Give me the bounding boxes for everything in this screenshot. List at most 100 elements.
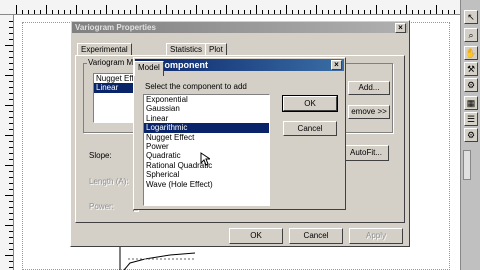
ruler-tick — [5, 105, 13, 106]
apply-button[interactable]: Apply — [349, 228, 403, 244]
ruler-tick — [214, 10, 215, 14]
hand-icon[interactable]: ✋ — [464, 46, 478, 60]
ruler-tick — [40, 10, 41, 14]
cancel-button[interactable]: Cancel — [289, 228, 343, 244]
list-item[interactable]: Gaussian — [144, 104, 269, 113]
ruler-tick — [298, 10, 299, 14]
autofit-button-label: AutoFit... — [349, 148, 382, 157]
list-item[interactable]: Nugget Eff — [94, 74, 136, 83]
tab-model[interactable]: Model — [134, 61, 164, 76]
ruler-tick — [9, 129, 13, 130]
ruler-tick — [94, 10, 95, 14]
ruler-tick — [232, 10, 233, 14]
list-item[interactable]: Exponential — [144, 95, 269, 104]
ruler-tick — [286, 5, 287, 14]
ruler-tick — [52, 10, 53, 14]
list-item[interactable]: Power — [144, 142, 269, 151]
list-item[interactable]: Spherical — [144, 170, 269, 179]
remove-button[interactable]: emove >> — [348, 105, 390, 119]
power-label: Power: — [89, 202, 114, 211]
list-item[interactable]: Wave (Hole Effect) — [144, 180, 269, 189]
ruler-tick — [364, 10, 365, 14]
ruler-tick — [202, 10, 203, 14]
ruler-tick — [34, 10, 35, 14]
ruler-tick — [352, 10, 353, 14]
ruler-tick — [424, 10, 425, 14]
ruler-tick — [9, 87, 13, 88]
ruler-tick — [9, 33, 13, 34]
list-item[interactable]: Nugget Effect — [144, 133, 269, 142]
group-title: Variogram Mo — [87, 58, 139, 68]
ruler-tick — [226, 5, 227, 14]
ruler-tick — [9, 171, 13, 172]
ruler-tick — [9, 93, 13, 94]
right-toolbar: ↖ ⌕ ✋ ⚒ ⚙ ▦ ☰ ⚙ — [460, 0, 480, 270]
add-component-cancel-button[interactable]: Cancel — [283, 121, 337, 136]
ruler-tick — [322, 10, 323, 14]
ruler-tick — [16, 5, 17, 14]
add-button[interactable]: Add... — [348, 81, 390, 95]
ruler-tick — [9, 177, 13, 178]
ruler-tick — [196, 5, 197, 14]
components-list[interactable]: Nugget Eff Linear — [93, 73, 137, 123]
prompt-label: Select the component to add — [145, 82, 247, 91]
ok-button[interactable]: OK — [229, 228, 283, 244]
ok-button-label: OK — [304, 99, 316, 108]
cancel-button-label: Cancel — [303, 231, 329, 240]
ruler-tick — [160, 10, 161, 14]
list-item[interactable]: Linear — [94, 83, 136, 93]
gear-icon[interactable]: ⚙ — [464, 78, 478, 92]
ruler-tick — [418, 10, 419, 14]
select-arrow-icon[interactable]: ↖ — [464, 10, 478, 24]
ruler-tick — [9, 111, 13, 112]
ruler-tick — [46, 5, 47, 14]
ruler-tick — [88, 10, 89, 14]
ruler-tick — [9, 231, 13, 232]
ruler-tick — [310, 10, 311, 14]
ruler-tick — [9, 81, 13, 82]
scrollbar[interactable] — [463, 150, 471, 180]
close-icon[interactable]: × — [331, 60, 342, 70]
ruler-tick — [358, 10, 359, 14]
horizontal-ruler — [0, 0, 460, 15]
autofit-button[interactable]: AutoFit... — [343, 145, 389, 161]
ruler-tick — [388, 10, 389, 14]
ruler-tick — [5, 45, 13, 46]
ruler-tick — [9, 267, 13, 268]
zoom-icon[interactable]: ⌕ — [464, 28, 478, 42]
close-icon[interactable]: × — [395, 23, 406, 33]
ruler-tick — [154, 10, 155, 14]
list-item[interactable]: Logarithmic — [144, 123, 269, 133]
ruler-tick — [9, 183, 13, 184]
ruler-tick — [130, 10, 131, 14]
ruler-tick — [9, 261, 13, 262]
ruler-tick — [292, 10, 293, 14]
ruler-tick — [9, 153, 13, 154]
list-icon[interactable]: ☰ — [464, 112, 478, 126]
ruler-tick — [148, 10, 149, 14]
ruler-tick — [9, 51, 13, 52]
slope-label: Slope: — [89, 151, 112, 160]
ruler-tick — [82, 10, 83, 14]
ruler-tick — [9, 69, 13, 70]
ruler-tick — [268, 10, 269, 14]
ruler-tick — [9, 27, 13, 28]
tool-icon[interactable]: ⚒ — [464, 62, 478, 76]
ruler-tick — [124, 10, 125, 14]
list-item[interactable]: Linear — [144, 114, 269, 123]
ruler-tick — [9, 219, 13, 220]
chart-icon[interactable]: ▦ — [464, 96, 478, 110]
remove-button-label: emove >> — [351, 107, 387, 116]
add-component-ok-button[interactable]: OK — [282, 95, 338, 112]
ruler-tick — [9, 39, 13, 40]
ruler-tick — [400, 10, 401, 14]
ruler-tick — [412, 10, 413, 14]
ruler-tick — [9, 237, 13, 238]
component-type-list[interactable]: Exponential Gaussian Linear Logarithmic … — [143, 94, 270, 206]
ruler-tick — [5, 255, 13, 256]
mouse-cursor-icon — [200, 152, 210, 166]
ruler-tick — [178, 10, 179, 14]
ruler-tick — [328, 10, 329, 14]
ruler-tick — [9, 189, 13, 190]
wrench-icon[interactable]: ⚙ — [464, 128, 478, 142]
